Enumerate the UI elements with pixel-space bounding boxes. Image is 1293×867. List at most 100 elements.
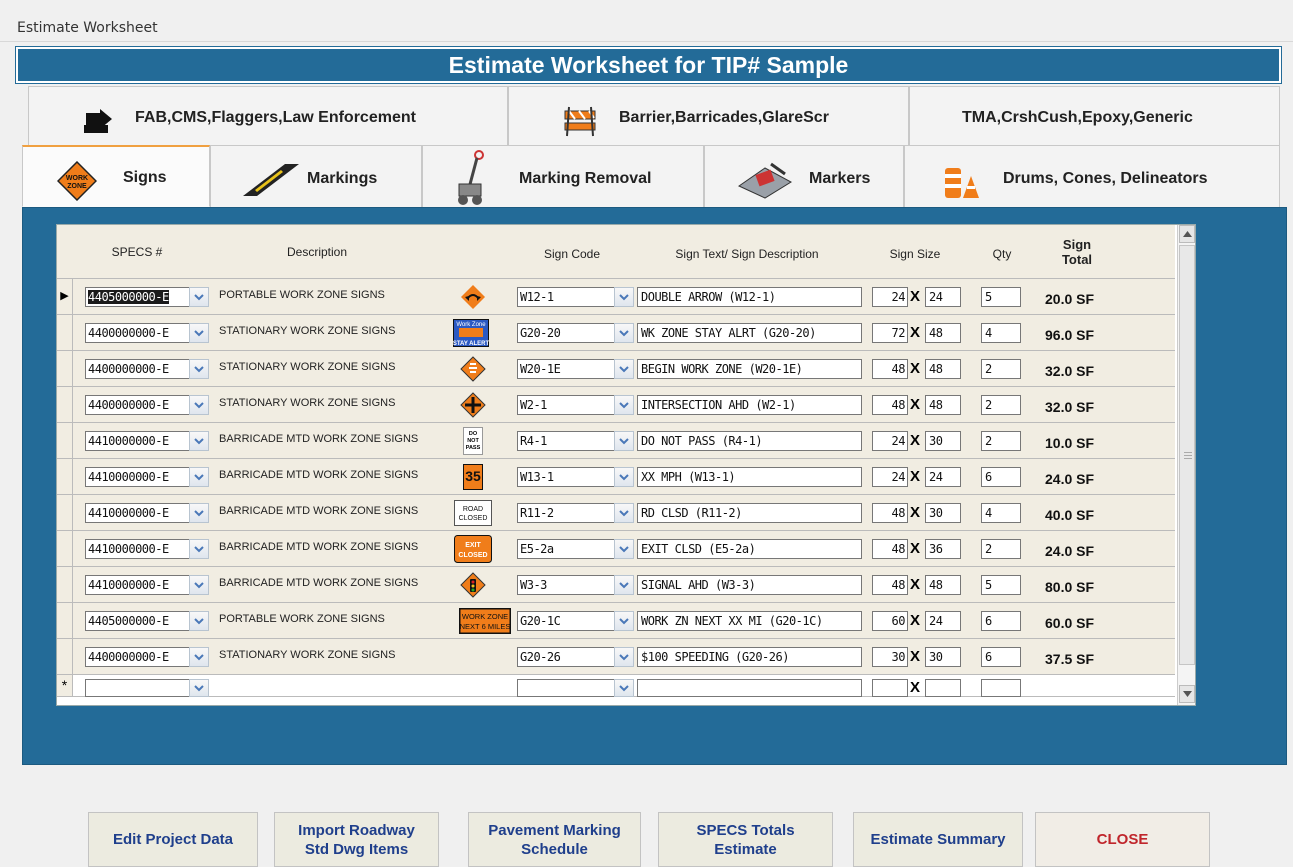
sign-text-field[interactable]: RD CLSD (R11-2) — [637, 503, 862, 523]
sign-height-field[interactable]: 24 — [925, 467, 961, 487]
sign-code-combo[interactable]: W2-1 — [517, 395, 614, 415]
qty-field[interactable]: 5 — [981, 575, 1021, 595]
qty-field[interactable]: 2 — [981, 359, 1021, 379]
specs-combo[interactable]: 4410000000-E — [85, 467, 189, 487]
estimate-summary-button[interactable]: Estimate Summary — [853, 812, 1023, 867]
specs-dropdown-button[interactable] — [189, 431, 209, 451]
specs-dropdown-button[interactable] — [189, 359, 209, 379]
record-selector[interactable]: * — [57, 675, 73, 696]
tab-marking-removal[interactable]: Marking Removal — [422, 145, 704, 207]
sign-code-dropdown-button[interactable] — [614, 431, 634, 451]
sign-code-combo[interactable] — [517, 679, 614, 697]
qty-field[interactable]: 2 — [981, 395, 1021, 415]
specs-dropdown-button[interactable] — [189, 323, 209, 343]
specs-combo[interactable] — [85, 679, 189, 697]
sign-code-combo[interactable]: W3-3 — [517, 575, 614, 595]
sign-height-field[interactable]: 36 — [925, 539, 961, 559]
specs-dropdown-button[interactable] — [189, 467, 209, 487]
qty-field[interactable]: 6 — [981, 647, 1021, 667]
tab-markers[interactable]: Markers — [704, 145, 904, 207]
record-selector[interactable] — [57, 567, 73, 602]
specs-combo[interactable]: 4405000000-E — [85, 611, 189, 631]
table-row[interactable]: 4400000000-E STATIONARY WORK ZONE SIGNS W2… — [57, 387, 1175, 423]
sign-code-dropdown-button[interactable] — [614, 467, 634, 487]
close-button[interactable]: CLOSE — [1035, 812, 1210, 867]
record-selector[interactable] — [57, 495, 73, 530]
sign-height-field[interactable]: 48 — [925, 395, 961, 415]
sign-code-combo[interactable]: G20-26 — [517, 647, 614, 667]
sign-width-field[interactable]: 30 — [872, 647, 908, 667]
record-selector[interactable] — [57, 315, 73, 350]
table-row[interactable]: 4410000000-E BARRICADE MTD WORK ZONE SIGN… — [57, 423, 1175, 459]
sign-height-field[interactable]: 48 — [925, 323, 961, 343]
sign-code-combo[interactable]: W20-1E — [517, 359, 614, 379]
sign-width-field[interactable]: 24 — [872, 467, 908, 487]
specs-dropdown-button[interactable] — [189, 503, 209, 523]
specs-dropdown-button[interactable] — [189, 575, 209, 595]
sign-height-field[interactable]: 30 — [925, 431, 961, 451]
qty-field[interactable]: 2 — [981, 539, 1021, 559]
tab-fab-cms-flaggers[interactable]: FAB,CMS,Flaggers,Law Enforcement — [28, 86, 508, 146]
sign-text-field[interactable]: WK ZONE STAY ALRT (G20-20) — [637, 323, 862, 343]
specs-dropdown-button[interactable] — [189, 647, 209, 667]
sign-width-field[interactable]: 48 — [872, 359, 908, 379]
sign-code-dropdown-button[interactable] — [614, 323, 634, 343]
sign-code-combo[interactable]: R11-2 — [517, 503, 614, 523]
sign-code-combo[interactable]: R4-1 — [517, 431, 614, 451]
sign-height-field[interactable]: 30 — [925, 503, 961, 523]
sign-width-field[interactable]: 48 — [872, 575, 908, 595]
specs-totals-estimate-button[interactable]: SPECS Totals Estimate — [658, 812, 833, 867]
sign-height-field[interactable]: 24 — [925, 287, 961, 307]
specs-dropdown-button[interactable] — [189, 395, 209, 415]
specs-dropdown-button[interactable] — [189, 679, 209, 697]
record-selector[interactable] — [57, 639, 73, 674]
sign-text-field[interactable]: $100 SPEEDING (G20-26) — [637, 647, 862, 667]
sign-code-dropdown-button[interactable] — [614, 395, 634, 415]
scroll-thumb[interactable] — [1179, 245, 1195, 665]
specs-dropdown-button[interactable] — [189, 287, 209, 307]
sign-code-combo[interactable]: W12-1 — [517, 287, 614, 307]
tab-markings[interactable]: Markings — [210, 145, 422, 207]
sign-text-field[interactable]: SIGNAL AHD (W3-3) — [637, 575, 862, 595]
specs-dropdown-button[interactable] — [189, 611, 209, 631]
table-row[interactable]: 4405000000-E PORTABLE WORK ZONE SIGNS WORK… — [57, 603, 1175, 639]
sign-width-field[interactable]: 72 — [872, 323, 908, 343]
qty-field[interactable] — [981, 679, 1021, 697]
sign-code-dropdown-button[interactable] — [614, 539, 634, 559]
record-selector[interactable] — [57, 351, 73, 386]
sign-text-field[interactable]: BEGIN WORK ZONE (W20-1E) — [637, 359, 862, 379]
table-row[interactable]: 4400000000-E STATIONARY WORK ZONE SIGNS W2… — [57, 351, 1175, 387]
qty-field[interactable]: 6 — [981, 611, 1021, 631]
sign-code-dropdown-button[interactable] — [614, 575, 634, 595]
specs-combo[interactable]: 4410000000-E — [85, 575, 189, 595]
table-row[interactable]: 4410000000-E BARRICADE MTD WORK ZONE SIGN… — [57, 567, 1175, 603]
sign-code-combo[interactable]: G20-1C — [517, 611, 614, 631]
specs-combo[interactable]: 4410000000-E — [85, 539, 189, 559]
sign-height-field[interactable]: 48 — [925, 359, 961, 379]
specs-combo[interactable]: 4410000000-E — [85, 431, 189, 451]
sign-text-field[interactable]: WORK ZN NEXT XX MI (G20-1C) — [637, 611, 862, 631]
table-row[interactable]: 4410000000-E BARRICADE MTD WORK ZONE SIGN… — [57, 531, 1175, 567]
sign-width-field[interactable]: 48 — [872, 503, 908, 523]
specs-combo[interactable]: 4410000000-E — [85, 503, 189, 523]
sign-height-field[interactable]: 30 — [925, 647, 961, 667]
sign-width-field[interactable] — [872, 679, 908, 697]
record-selector[interactable] — [57, 459, 73, 494]
qty-field[interactable]: 5 — [981, 287, 1021, 307]
sign-width-field[interactable]: 24 — [872, 287, 908, 307]
sign-text-field[interactable]: DOUBLE ARROW (W12-1) — [637, 287, 862, 307]
datasheet-scrollbar[interactable] — [1177, 225, 1195, 705]
pavement-marking-schedule-button[interactable]: Pavement Marking Schedule — [468, 812, 641, 867]
tab-tma-crshcush[interactable]: TMA,CrshCush,Epoxy,Generic — [909, 86, 1280, 146]
specs-combo[interactable]: 4400000000-E — [85, 395, 189, 415]
tab-barrier-barricades[interactable]: Barrier,Barricades,GlareScr — [508, 86, 909, 146]
qty-field[interactable]: 2 — [981, 431, 1021, 451]
qty-field[interactable]: 4 — [981, 323, 1021, 343]
table-row[interactable]: 4410000000-E BARRICADE MTD WORK ZONE SIGN… — [57, 495, 1175, 531]
sign-text-field[interactable]: DO NOT PASS (R4-1) — [637, 431, 862, 451]
qty-field[interactable]: 6 — [981, 467, 1021, 487]
specs-combo[interactable]: 4400000000-E — [85, 323, 189, 343]
record-selector[interactable] — [57, 423, 73, 458]
specs-combo[interactable]: 4400000000-E — [85, 647, 189, 667]
record-selector[interactable] — [57, 387, 73, 422]
